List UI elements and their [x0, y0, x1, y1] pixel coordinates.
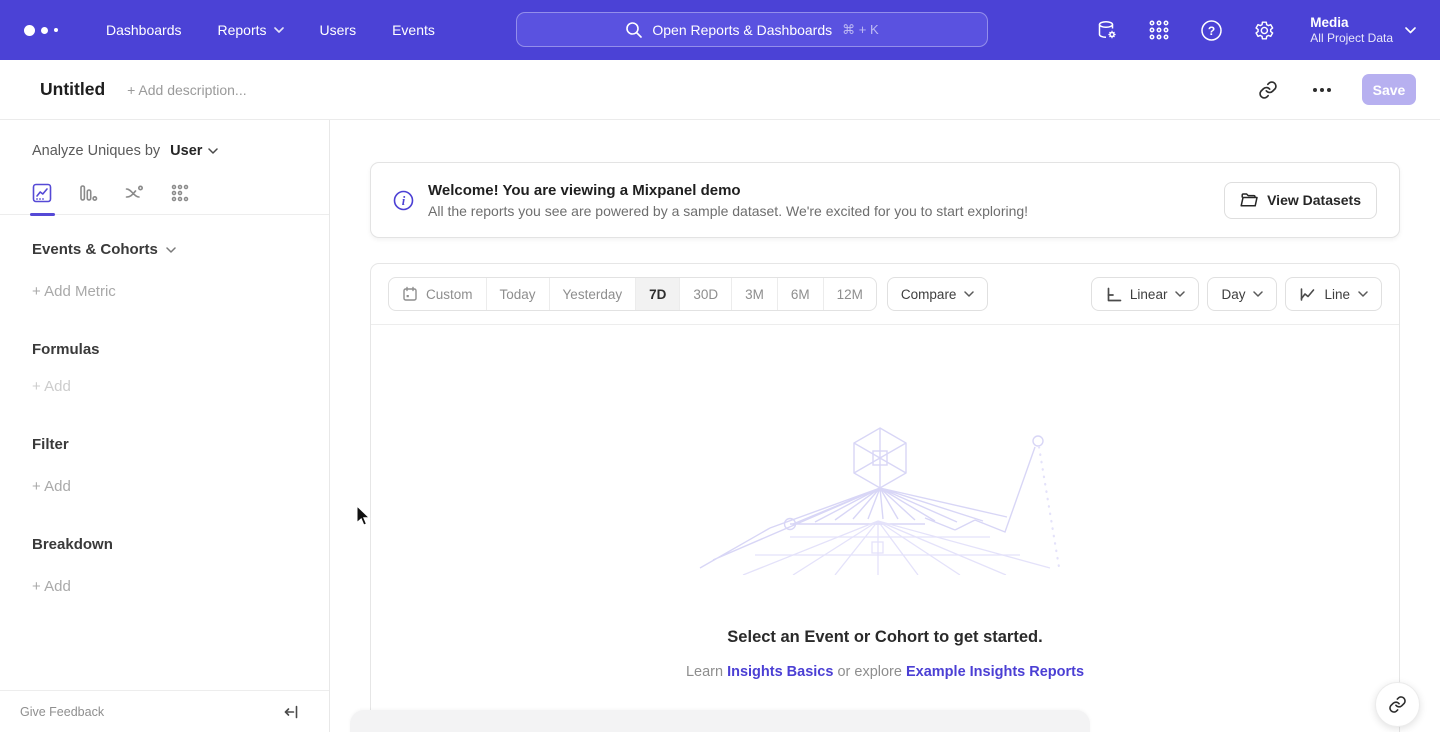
- more-options-icon: [1313, 88, 1331, 92]
- search-icon: [625, 21, 642, 38]
- add-breakdown-button[interactable]: + Add: [32, 578, 329, 595]
- add-filter-button[interactable]: + Add: [32, 478, 329, 495]
- range-7d[interactable]: 7D: [635, 278, 679, 310]
- range-30d[interactable]: 30D: [679, 278, 731, 310]
- empty-state-title: Select an Event or Cohort to get started…: [371, 628, 1399, 647]
- analyze-prefix: Analyze Uniques by: [32, 143, 160, 159]
- help-icon: ?: [1200, 19, 1223, 42]
- report-description-placeholder[interactable]: + Add description...: [127, 82, 246, 98]
- axis-icon: [1105, 286, 1122, 303]
- scale-selector[interactable]: Linear: [1091, 277, 1200, 311]
- data-management-button[interactable]: [1094, 17, 1120, 43]
- calendar-icon: [402, 286, 418, 302]
- top-navbar: Dashboards Reports Users Events Open Rep…: [0, 0, 1440, 60]
- collapse-left-icon: [283, 704, 299, 720]
- chevron-down-icon: [166, 247, 176, 253]
- search-placeholder: Open Reports & Dashboards: [652, 22, 832, 38]
- collapse-sidebar-button[interactable]: [283, 704, 299, 720]
- query-builder-sidebar: Analyze Uniques by User: [0, 120, 330, 732]
- collapsed-bottom-panel[interactable]: [350, 710, 1090, 732]
- info-icon: i: [393, 190, 414, 211]
- give-feedback-link[interactable]: Give Feedback: [20, 705, 104, 719]
- apps-grid-icon: [1148, 19, 1170, 41]
- explore-middle-text: or explore: [837, 664, 901, 680]
- global-search[interactable]: Open Reports & Dashboards ⌘ + K: [516, 12, 988, 47]
- mixpanel-logo[interactable]: [24, 25, 74, 36]
- empty-state-illustration: [695, 425, 1075, 575]
- project-switcher[interactable]: Media All Project Data: [1310, 14, 1416, 46]
- analyze-entity-selector[interactable]: User: [170, 143, 218, 159]
- apps-grid-button[interactable]: [1146, 17, 1172, 43]
- demo-banner: i Welcome! You are viewing a Mixpanel de…: [370, 162, 1400, 238]
- add-metric-button[interactable]: + Add Metric: [32, 283, 329, 300]
- chevron-down-icon: [1358, 291, 1368, 297]
- project-name: Media: [1310, 14, 1393, 31]
- nav-reports[interactable]: Reports: [218, 22, 284, 38]
- tab-insights-line[interactable]: [32, 183, 52, 203]
- bar-chart-tab-icon: [78, 183, 98, 203]
- tab-flow[interactable]: [124, 183, 144, 203]
- interval-selector[interactable]: Day: [1207, 277, 1277, 311]
- chevron-down-icon: [1175, 291, 1185, 297]
- chart-type-selector[interactable]: Line: [1285, 277, 1382, 311]
- range-today[interactable]: Today: [486, 278, 549, 310]
- line-chart-icon: [1299, 286, 1316, 303]
- save-button[interactable]: Save: [1362, 74, 1416, 105]
- breakdown-section-title: Breakdown: [32, 536, 329, 553]
- chevron-down-icon: [964, 291, 974, 297]
- dots-grid-tab-icon: [170, 183, 190, 203]
- formulas-section-title: Formulas: [32, 341, 329, 358]
- chevron-down-icon: [274, 27, 284, 33]
- date-range-segmented-control: Custom Today Yesterday 7D 30D 3M 6M 12M: [388, 277, 877, 311]
- report-canvas: i Welcome! You are viewing a Mixpanel de…: [330, 120, 1440, 732]
- chevron-down-icon: [1405, 27, 1416, 34]
- banner-title: Welcome! You are viewing a Mixpanel demo: [428, 182, 1028, 199]
- range-6m[interactable]: 6M: [777, 278, 823, 310]
- chart-toolbar: Custom Today Yesterday 7D 30D 3M 6M 12M …: [371, 264, 1399, 325]
- link-icon: [1258, 80, 1278, 100]
- share-link-fab[interactable]: [1375, 682, 1420, 727]
- nav-dashboards[interactable]: Dashboards: [106, 22, 182, 38]
- banner-subtitle: All the reports you see are powered by a…: [428, 203, 1028, 219]
- insights-basics-link[interactable]: Insights Basics: [727, 664, 833, 680]
- range-3m[interactable]: 3M: [731, 278, 777, 310]
- settings-button[interactable]: [1250, 17, 1276, 43]
- link-icon: [1388, 695, 1407, 714]
- range-custom[interactable]: Custom: [389, 278, 486, 310]
- empty-state: Select an Event or Cohort to get started…: [371, 325, 1399, 680]
- events-cohorts-section-title[interactable]: Events & Cohorts: [32, 241, 329, 258]
- copy-link-button[interactable]: [1254, 76, 1282, 104]
- selected-tab-indicator: [30, 213, 55, 216]
- chevron-down-icon: [208, 148, 218, 154]
- example-insights-reports-link[interactable]: Example Insights Reports: [906, 664, 1084, 680]
- insights-chart-card: Custom Today Yesterday 7D 30D 3M 6M 12M …: [370, 263, 1400, 732]
- add-formula-button[interactable]: + Add: [32, 378, 329, 395]
- svg-text:?: ?: [1208, 24, 1215, 38]
- learn-prefix: Learn: [686, 664, 723, 680]
- flow-tab-icon: [124, 183, 144, 203]
- project-scope: All Project Data: [1310, 31, 1393, 46]
- range-yesterday[interactable]: Yesterday: [549, 278, 636, 310]
- view-datasets-button[interactable]: View Datasets: [1224, 182, 1377, 219]
- help-button[interactable]: ?: [1198, 17, 1224, 43]
- database-gear-icon: [1096, 19, 1119, 42]
- nav-events[interactable]: Events: [392, 22, 435, 38]
- report-title[interactable]: Untitled: [40, 79, 105, 100]
- report-header: Untitled + Add description... Save: [0, 60, 1440, 120]
- nav-users[interactable]: Users: [320, 22, 357, 38]
- search-shortcut: ⌘ + K: [842, 22, 879, 38]
- chevron-down-icon: [1253, 291, 1263, 297]
- line-chart-tab-icon: [32, 183, 52, 203]
- filter-section-title: Filter: [32, 436, 329, 453]
- tab-retention-grid[interactable]: [170, 183, 190, 203]
- range-12m[interactable]: 12M: [823, 278, 876, 310]
- more-options-button[interactable]: [1308, 76, 1336, 104]
- svg-text:i: i: [402, 194, 406, 208]
- folder-icon: [1240, 192, 1258, 208]
- compare-button[interactable]: Compare: [887, 277, 989, 311]
- tab-bar-chart[interactable]: [78, 183, 98, 203]
- gear-icon: [1252, 19, 1275, 42]
